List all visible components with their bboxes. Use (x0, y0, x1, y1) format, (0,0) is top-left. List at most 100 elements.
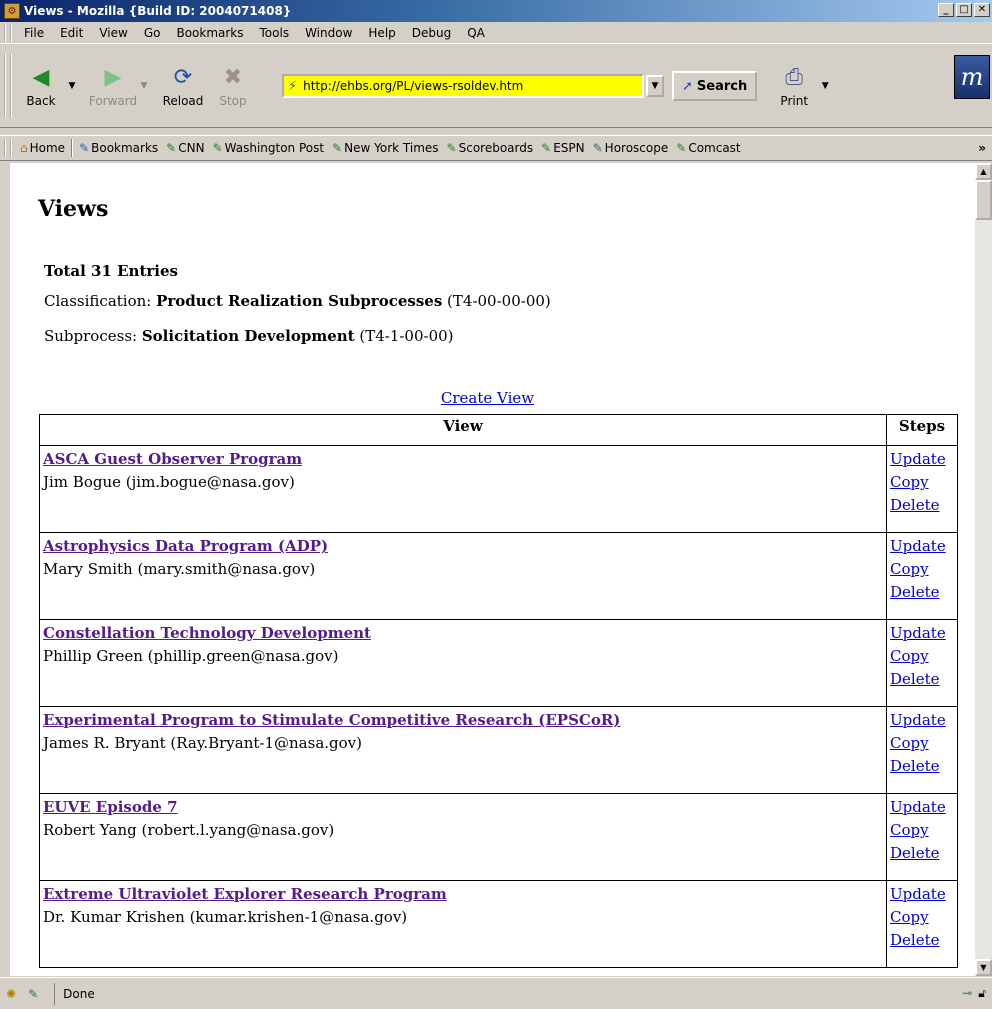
url-history-dropdown[interactable]: ▼ (646, 75, 664, 97)
menubar-grip[interactable] (4, 23, 12, 42)
reload-button[interactable]: ⟳ Reload (158, 56, 208, 116)
forward-button[interactable]: ▶ Forward (88, 56, 138, 116)
bookmark-icon: ✎ (592, 141, 603, 155)
bookmark-bookmarks[interactable]: ✎ Bookmarks (75, 141, 162, 155)
view-name-link[interactable]: Experimental Program to Stimulate Compet… (43, 711, 620, 729)
stop-icon: ✖ (223, 64, 243, 90)
delete-link[interactable]: Delete (890, 757, 939, 775)
view-name-link[interactable]: EUVE Episode 7 (43, 798, 178, 816)
view-owner: Dr. Kumar Krishen (kumar.krishen-1@nasa.… (43, 908, 408, 926)
copy-link[interactable]: Copy (890, 647, 929, 665)
reload-icon: ⟳ (173, 64, 193, 90)
composer-icon[interactable]: ✎ (28, 987, 38, 1001)
copy-link[interactable]: Copy (890, 734, 929, 752)
close-button[interactable]: ✕ (974, 3, 990, 17)
minimize-button[interactable]: _ (938, 3, 954, 17)
menu-file[interactable]: File (16, 26, 52, 40)
menu-view[interactable]: View (91, 26, 135, 40)
print-options-dropdown[interactable]: ▼ (819, 81, 831, 91)
security-lock-icon[interactable]: 🔓︎ (978, 986, 986, 1001)
stop-label: Stop (219, 94, 247, 108)
stop-button[interactable]: ✖ Stop (208, 56, 258, 116)
update-link[interactable]: Update (890, 450, 946, 468)
menu-debug[interactable]: Debug (404, 26, 459, 40)
classification-label: Classification: (44, 292, 157, 310)
search-label: Search (696, 78, 748, 94)
page-content: Views Total 31 Entries Classification: P… (10, 163, 975, 976)
bookmark-home[interactable]: ⌂ Home (16, 141, 69, 155)
copy-link[interactable]: Copy (890, 908, 929, 926)
bookmark-comcast[interactable]: ✎ Comcast (672, 141, 744, 155)
delete-link[interactable]: Delete (890, 670, 939, 688)
copy-link[interactable]: Copy (890, 821, 929, 839)
online-status-icon[interactable]: ⊸ (962, 986, 972, 1001)
home-icon: ⌂ (20, 141, 28, 155)
view-name-link[interactable]: ASCA Guest Observer Program (43, 450, 302, 468)
menu-go[interactable]: Go (136, 26, 169, 40)
bookmark-espn[interactable]: ✎ ESPN (537, 141, 588, 155)
print-button[interactable]: ⎙ Print (769, 56, 819, 116)
personal-toolbar-grip[interactable] (4, 139, 12, 157)
scroll-thumb[interactable] (975, 180, 992, 220)
toolbar-grip[interactable] (4, 54, 12, 118)
navigator-icon[interactable]: ✺ (6, 987, 16, 1001)
delete-link[interactable]: Delete (890, 583, 939, 601)
delete-link[interactable]: Delete (890, 844, 939, 862)
delete-link[interactable]: Delete (890, 931, 939, 949)
classification-line: Classification: Product Realization Subp… (44, 292, 551, 310)
view-name-link[interactable]: Constellation Technology Development (43, 624, 371, 642)
table-row: ASCA Guest Observer Program Jim Bogue (ji… (39, 445, 958, 533)
delete-link[interactable]: Delete (890, 496, 939, 514)
update-link[interactable]: Update (890, 537, 946, 555)
search-button[interactable]: ➚ Search (672, 71, 758, 101)
bookmark-new-york-times[interactable]: ✎ New York Times (328, 141, 442, 155)
url-field[interactable]: ⚡ http://ehbs.org/PL/views-rsoldev.htm (282, 74, 644, 98)
menu-edit[interactable]: Edit (52, 26, 91, 40)
more-bookmarks-chevron-icon[interactable]: » (978, 141, 986, 155)
update-link[interactable]: Update (890, 885, 946, 903)
menu-window[interactable]: Window (297, 26, 360, 40)
column-header-view: View (39, 414, 887, 446)
bookmark-scoreboards[interactable]: ✎ Scoreboards (443, 141, 538, 155)
copy-link[interactable]: Copy (890, 473, 929, 491)
forward-history-dropdown[interactable]: ▼ (138, 81, 150, 91)
scroll-down-arrow-icon[interactable]: ▼ (975, 959, 992, 976)
view-owner: Mary Smith (mary.smith@nasa.gov) (43, 560, 316, 578)
mozilla-throbber-icon[interactable]: m (954, 55, 990, 99)
maximize-button[interactable]: □ (956, 3, 972, 17)
bookmark-cnn[interactable]: ✎ CNN (162, 141, 208, 155)
bookmark-icon: ✎ (541, 141, 552, 155)
window-titlebar: ⚙ Views - Mozilla {Build ID: 2004071408}… (0, 0, 992, 22)
scroll-up-arrow-icon[interactable]: ▲ (975, 163, 992, 180)
menu-bookmarks[interactable]: Bookmarks (168, 26, 251, 40)
view-owner: Jim Bogue (jim.bogue@nasa.gov) (43, 473, 295, 491)
back-button[interactable]: ◀ Back (16, 56, 66, 116)
toolbar-separator (71, 139, 74, 157)
view-name-link[interactable]: Astrophysics Data Program (ADP) (43, 537, 328, 555)
view-name-link[interactable]: Extreme Ultraviolet Explorer Research Pr… (43, 885, 447, 903)
update-link[interactable]: Update (890, 798, 946, 816)
bookmark-horoscope[interactable]: ✎ Horoscope (589, 141, 673, 155)
menu-help[interactable]: Help (360, 26, 403, 40)
bookmark-icon: ✎ (212, 141, 223, 155)
total-entries: Total 31 Entries (44, 262, 178, 280)
update-link[interactable]: Update (890, 711, 946, 729)
subprocess-label: Subprocess: (44, 327, 142, 345)
window-title: Views - Mozilla {Build ID: 2004071408} (24, 4, 292, 18)
column-header-steps: Steps (886, 414, 958, 446)
subprocess-value: Solicitation Development (141, 327, 355, 345)
view-cell: ASCA Guest Observer Program Jim Bogue (ji… (39, 445, 887, 533)
create-view-link[interactable]: Create View (441, 389, 534, 407)
page-proxy-icon[interactable]: ⚡ (288, 79, 297, 94)
update-link[interactable]: Update (890, 624, 946, 642)
bookmark-washington-post[interactable]: ✎ Washington Post (209, 141, 329, 155)
copy-link[interactable]: Copy (890, 560, 929, 578)
vertical-scrollbar[interactable]: ▲ ▼ (975, 163, 992, 976)
menu-tools[interactable]: Tools (252, 26, 298, 40)
view-cell: Experimental Program to Stimulate Compet… (39, 706, 887, 794)
table-row: Astrophysics Data Program (ADP) Mary Smit… (39, 532, 958, 620)
view-cell: EUVE Episode 7 Robert Yang (robert.l.yang… (39, 793, 887, 881)
steps-cell: Update Copy Delete (886, 619, 958, 707)
back-history-dropdown[interactable]: ▼ (66, 81, 78, 91)
menu-qa[interactable]: QA (459, 26, 493, 40)
